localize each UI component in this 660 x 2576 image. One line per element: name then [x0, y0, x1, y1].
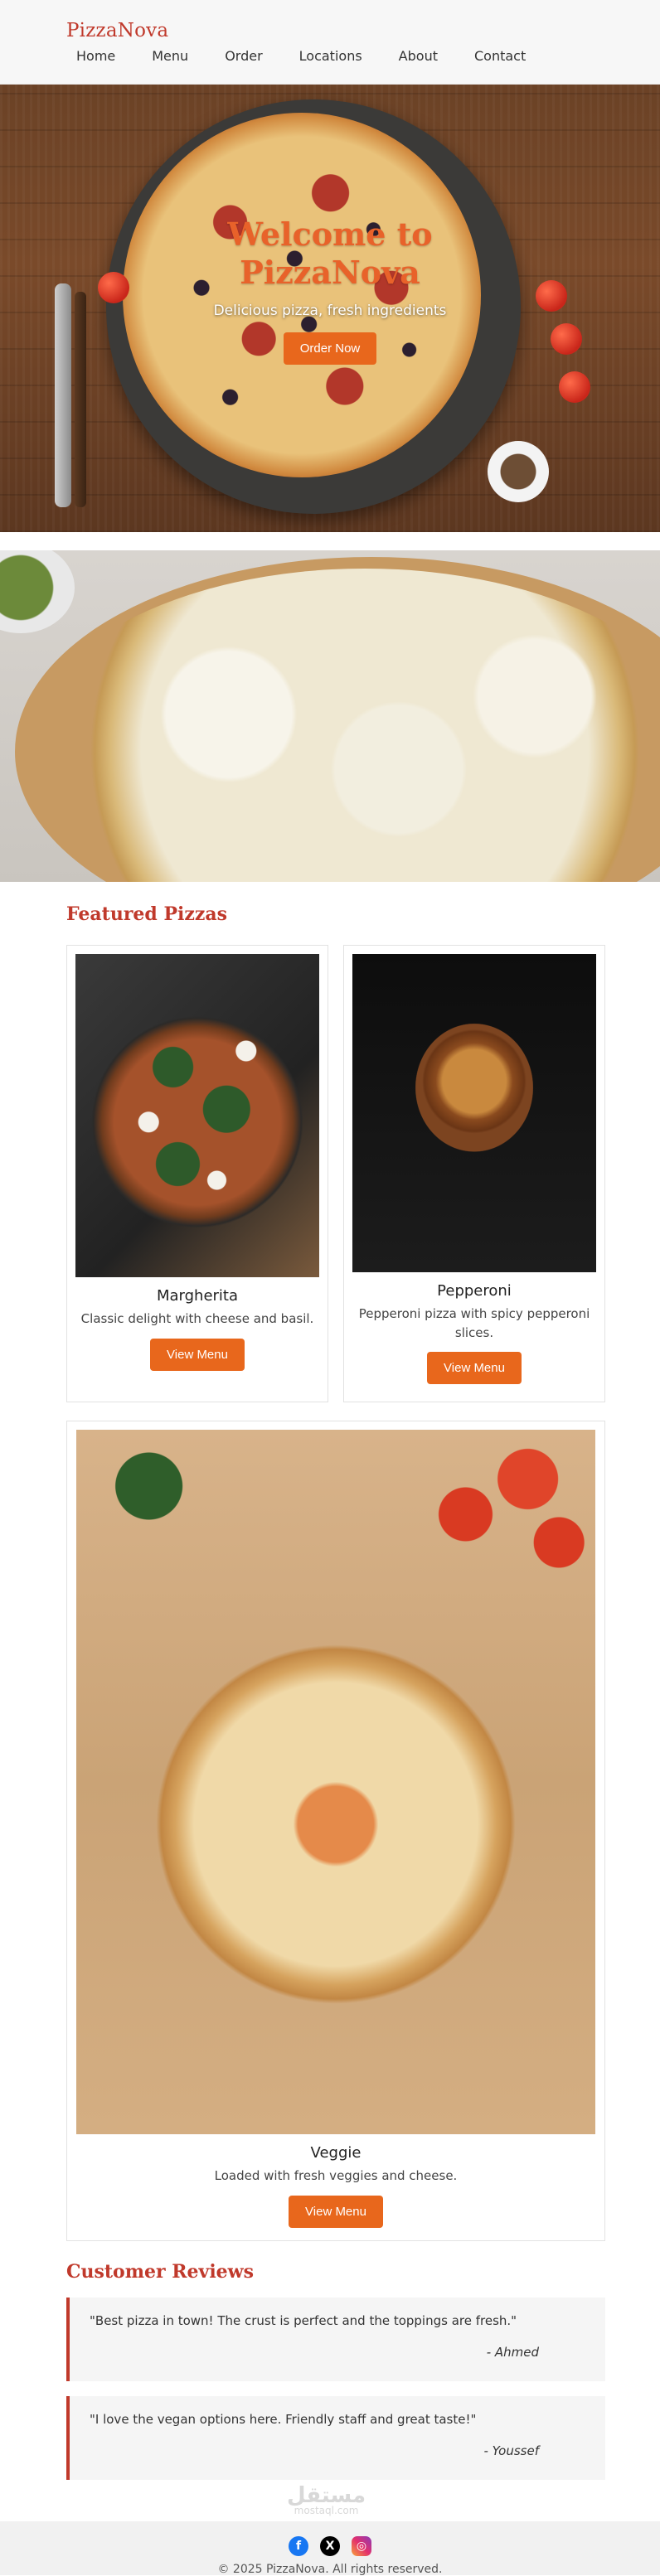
reviews-title: Customer Reviews: [66, 2261, 254, 2283]
review-author: - Youssef: [483, 2443, 539, 2458]
main-nav: Home Menu Order Locations About Contact: [66, 48, 660, 64]
margherita-image: [75, 954, 319, 1277]
pizza-card-veggie: Veggie Loaded with fresh veggies and che…: [66, 1421, 605, 2241]
copyright-text: © 2025 PizzaNova. All rights reserved.: [217, 2563, 443, 2576]
review-author: - Ahmed: [486, 2345, 539, 2360]
pizza-name: Margherita: [156, 1287, 239, 1305]
social-links: f X ◎: [0, 2536, 660, 2556]
spice-bowl-image: [488, 441, 549, 502]
x-icon[interactable]: X: [320, 2536, 340, 2556]
facebook-icon[interactable]: f: [289, 2536, 308, 2556]
hero-title: Welcome to PizzaNova: [227, 215, 433, 291]
pepperoni-image: [352, 954, 596, 1272]
nav-menu[interactable]: Menu: [152, 48, 188, 64]
review-text: "Best pizza in town! The crust is perfec…: [90, 2313, 517, 2328]
nav-locations[interactable]: Locations: [299, 48, 362, 64]
pizza-description: Pepperoni pizza with spicy pepperoni sli…: [358, 1306, 590, 1340]
order-now-button[interactable]: Order Now: [283, 332, 377, 366]
view-menu-button[interactable]: View Menu: [289, 2195, 383, 2228]
nav-home[interactable]: Home: [76, 48, 115, 64]
hero-content: Welcome to PizzaNova Delicious pizza, fr…: [0, 215, 660, 366]
site-logo[interactable]: PizzaNova: [66, 20, 660, 41]
watermark-latin: mostaql.com: [294, 2505, 359, 2516]
pizza-name: Veggie: [310, 2144, 362, 2162]
nav-contact[interactable]: Contact: [474, 48, 526, 64]
instagram-icon[interactable]: ◎: [352, 2536, 371, 2556]
nav-order[interactable]: Order: [225, 48, 262, 64]
veggie-image: [76, 1430, 595, 2134]
featured-cards: Margherita Classic delight with cheese a…: [66, 945, 605, 2241]
pizza-name: Pepperoni: [437, 1282, 512, 1300]
tomato-image: [559, 371, 590, 403]
review-card: "Best pizza in town! The crust is perfec…: [66, 2298, 605, 2381]
review-card: "I love the vegan options here. Friendly…: [66, 2396, 605, 2480]
cheese-pizza-banner: [0, 550, 660, 882]
watermark: مستقل mostaql.com: [287, 2483, 366, 2516]
pizza-description: Loaded with fresh veggies and cheese.: [214, 2168, 458, 2183]
view-menu-button[interactable]: View Menu: [427, 1352, 522, 1384]
view-menu-button[interactable]: View Menu: [150, 1338, 245, 1371]
featured-title: Featured Pizzas: [66, 903, 227, 925]
pizza-description: Classic delight with cheese and basil.: [80, 1311, 314, 1326]
site-header: PizzaNova Home Menu Order Locations Abou…: [0, 0, 660, 85]
review-text: "I love the vegan options here. Friendly…: [90, 2412, 477, 2427]
pizza-card-pepperoni: Pepperoni Pepperoni pizza with spicy pep…: [343, 945, 605, 1402]
site-footer: f X ◎ © 2025 PizzaNova. All rights reser…: [0, 2521, 660, 2576]
hero-section: Welcome to PizzaNova Delicious pizza, fr…: [0, 85, 660, 532]
salad-bowl-image: [0, 550, 75, 633]
hero-subtitle: Delicious pizza, fresh ingredients: [213, 303, 447, 320]
pizza-card-margherita: Margherita Classic delight with cheese a…: [66, 945, 328, 1402]
nav-about[interactable]: About: [399, 48, 438, 64]
